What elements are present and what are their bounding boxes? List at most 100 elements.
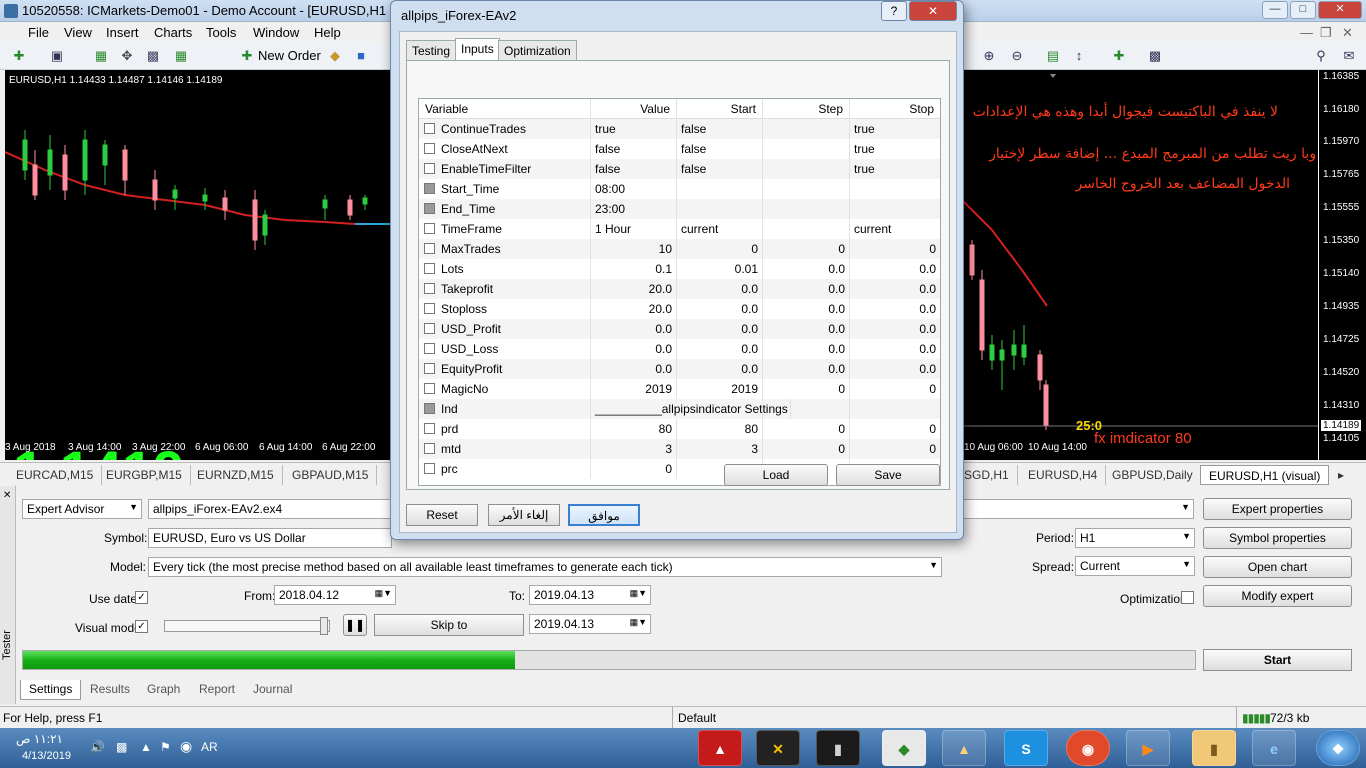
param-row[interactable]: Lots 0.1 0.01 0.0 0.0 [419, 259, 940, 279]
column-header[interactable]: Step [763, 99, 850, 119]
param-step[interactable] [763, 159, 850, 179]
param-start[interactable] [677, 199, 763, 219]
param-row[interactable]: MagicNo 2019 2019 0 0 [419, 379, 940, 399]
param-value[interactable]: false [591, 159, 677, 179]
param-step[interactable]: 0 [763, 419, 850, 439]
speed-slider[interactable] [164, 617, 330, 635]
param-stop[interactable]: true [850, 139, 940, 159]
chart-right[interactable]: لا ينفذ في الباكتيست فيجوال أبدا وهذه هي… [962, 70, 1318, 460]
slider-thumb[interactable] [320, 617, 328, 635]
column-header[interactable]: Stop [850, 99, 940, 119]
chart-tab[interactable]: EURCAD,M15 [8, 465, 103, 485]
chart-tab[interactable]: EURGBP,M15 [98, 465, 191, 485]
new-order-button[interactable]: New Order [258, 48, 321, 63]
param-step[interactable] [763, 179, 850, 199]
param-start[interactable]: current [677, 219, 763, 239]
internet-explorer-icon[interactable]: e [1252, 730, 1296, 766]
metatrader-taskbar-icon[interactable]: ▮ [816, 730, 860, 766]
param-value[interactable]: 23:00 [591, 199, 677, 219]
chrome-icon[interactable]: ◉ [1066, 730, 1110, 766]
tab-results[interactable]: Results [82, 680, 138, 700]
ok-button[interactable]: موافق [568, 504, 640, 526]
param-stop[interactable] [850, 199, 940, 219]
param-start[interactable]: false [677, 139, 763, 159]
param-row[interactable]: End_Time 23:00 [419, 199, 940, 219]
param-stop[interactable]: 0 [850, 379, 940, 399]
column-header[interactable]: Value [591, 99, 677, 119]
new-chart-icon[interactable]: ✚ [10, 47, 28, 65]
param-step[interactable]: 0.0 [763, 319, 850, 339]
param-step[interactable] [763, 219, 850, 239]
param-start[interactable]: 3 [677, 439, 763, 459]
metaeditor-icon[interactable]: ■ [352, 47, 370, 65]
language-icon[interactable]: ◉ [180, 738, 192, 755]
param-row[interactable]: Takeprofit 20.0 0.0 0.0 0.0 [419, 279, 940, 299]
cancel-button[interactable]: إلغاء الأمر [488, 504, 560, 526]
menu-tools[interactable]: Tools [206, 25, 236, 40]
param-step[interactable] [763, 399, 850, 419]
param-step[interactable]: 0.0 [763, 259, 850, 279]
close-button[interactable]: ✕ [1318, 1, 1362, 19]
param-start[interactable]: 80 [677, 419, 763, 439]
param-start[interactable]: 0.0 [677, 279, 763, 299]
tab-report[interactable]: Report [191, 680, 243, 700]
menu-window[interactable]: Window [253, 25, 299, 40]
param-value[interactable]: 0.0 [591, 359, 677, 379]
column-header[interactable]: Variable [419, 99, 591, 119]
indicators-icon[interactable]: ✚ [1110, 47, 1128, 65]
tray-expand-icon[interactable]: ▲ [140, 740, 152, 754]
param-step[interactable]: 0 [763, 239, 850, 259]
periods-icon[interactable]: ▩ [1146, 47, 1164, 65]
param-step[interactable]: 0.0 [763, 339, 850, 359]
spread-select[interactable]: Current ▼ [1075, 556, 1195, 576]
param-step[interactable]: 0 [763, 379, 850, 399]
market-watch-icon[interactable]: ▦ [92, 47, 110, 65]
tab-graph[interactable]: Graph [139, 680, 188, 700]
child-close-icon[interactable]: ✕ [1342, 25, 1353, 41]
param-stop[interactable]: 0 [850, 419, 940, 439]
chart-tab[interactable]: GBPUSD,Daily [1104, 465, 1202, 485]
param-start[interactable]: 0 [677, 239, 763, 259]
param-row[interactable]: prd 80 80 0 0 [419, 419, 940, 439]
menu-insert[interactable]: Insert [106, 25, 139, 40]
from-date-picker[interactable]: 2018.04.12 ▦▼ [274, 585, 396, 605]
trading-app-icon[interactable]: ✕ [756, 730, 800, 766]
param-step[interactable]: 0 [763, 439, 850, 459]
chart-left[interactable]: EURUSD,H1 1.14433 1.14487 1.14146 1.1418… [5, 70, 390, 460]
param-value[interactable]: 1 Hour [591, 219, 677, 239]
param-value[interactable]: 20.0 [591, 279, 677, 299]
tab-journal[interactable]: Journal [245, 680, 300, 700]
child-restore-icon[interactable]: ❐ [1320, 25, 1332, 41]
param-value[interactable]: 3 [591, 439, 677, 459]
start-button-icon[interactable]: ❖ [1316, 730, 1360, 766]
pdf-reader-icon[interactable]: ▲ [698, 730, 742, 766]
param-stop[interactable]: 0 [850, 439, 940, 459]
param-stop[interactable]: 0.0 [850, 259, 940, 279]
param-stop[interactable]: current [850, 219, 940, 239]
paint-icon[interactable]: ▲ [942, 730, 986, 766]
open-chart-button[interactable]: Open chart [1203, 556, 1352, 578]
param-start[interactable]: 0.0 [677, 319, 763, 339]
flag-icon[interactable]: ⚑ [160, 740, 171, 754]
load-button[interactable]: Load [724, 464, 828, 486]
reset-button[interactable]: Reset [406, 504, 478, 526]
save-button[interactable]: Save [836, 464, 940, 486]
param-stop[interactable] [850, 179, 940, 199]
param-start[interactable] [677, 179, 763, 199]
column-header[interactable]: Start [677, 99, 763, 119]
param-step[interactable]: 0.0 [763, 359, 850, 379]
param-stop[interactable]: 0.0 [850, 279, 940, 299]
terminal-icon[interactable]: ▩ [144, 47, 162, 65]
modify-expert-button[interactable]: Modify expert [1203, 585, 1352, 607]
use-date-checkbox[interactable]: ✓ [135, 591, 148, 604]
param-row[interactable]: TimeFrame 1 Hour current current [419, 219, 940, 239]
chart-shift-icon[interactable]: ↕ [1070, 47, 1088, 65]
param-stop[interactable]: 0 [850, 239, 940, 259]
zoom-in-icon[interactable]: ⊕ [980, 47, 998, 65]
param-row[interactable]: mtd 3 3 0 0 [419, 439, 940, 459]
menu-view[interactable]: View [64, 25, 92, 40]
to-date-picker[interactable]: 2019.04.13 ▦▼ [529, 585, 651, 605]
param-step[interactable] [763, 199, 850, 219]
search-icon[interactable]: ⚲ [1312, 47, 1330, 65]
tile-windows-icon[interactable]: ▤ [1044, 47, 1062, 65]
